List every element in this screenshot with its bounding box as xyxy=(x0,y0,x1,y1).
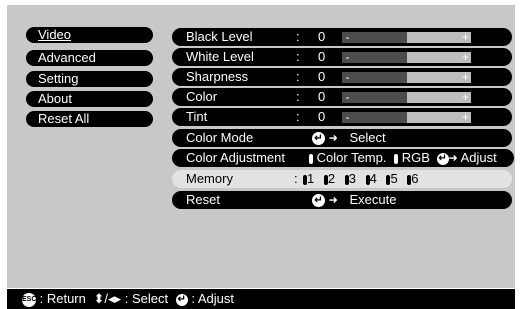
color-mode-action[interactable]: ↵ ➜ Select xyxy=(312,129,386,148)
help-bar-content: ESC : Return ⬍/◂▸ : Select ↵ : Adjust xyxy=(22,289,234,309)
colon-separator: : xyxy=(296,49,300,64)
sidebar-item-label: About xyxy=(38,91,72,106)
enter-icon: ↵ xyxy=(436,152,449,165)
memory-slots: 1 2 3 4 5 6 xyxy=(303,170,419,188)
leftright-icon: ◂▸ xyxy=(108,291,122,306)
colon-separator: : xyxy=(296,69,300,84)
sidebar-item-about[interactable]: About xyxy=(26,91,153,107)
help-bar: ESC : Return ⬍/◂▸ : Select ↵ : Adjust xyxy=(7,289,515,309)
minus-icon: - xyxy=(345,30,350,44)
rgb-option[interactable]: RGB xyxy=(402,150,430,165)
execute-label: Execute xyxy=(349,192,397,207)
color-mode-label: Color Mode xyxy=(186,130,254,145)
color-value: 0 xyxy=(318,89,326,104)
adjust-label: : Adjust xyxy=(191,291,234,306)
memory-slot[interactable]: 4 xyxy=(370,171,377,186)
black-level-row[interactable]: Black Level : 0 - + xyxy=(172,28,512,46)
sharpness-label: Sharpness xyxy=(186,69,249,84)
sharpness-slider[interactable]: - + xyxy=(342,70,471,84)
color-mode-row[interactable]: Color Mode ↵ ➜ Select xyxy=(172,129,512,147)
black-level-value: 0 xyxy=(318,29,326,44)
plus-icon: + xyxy=(461,90,469,104)
memory-slot[interactable]: 6 xyxy=(411,171,418,186)
arrow-right-icon: ➜ xyxy=(328,132,338,145)
sidebar-item-label: Reset All xyxy=(38,111,90,126)
colon-separator: : xyxy=(294,171,298,186)
color-adjustment-label: Color Adjustment xyxy=(186,150,285,165)
memory-slot[interactable]: 2 xyxy=(328,171,335,186)
tint-slider[interactable]: - + xyxy=(342,110,471,124)
plus-icon: + xyxy=(461,110,469,124)
black-level-slider[interactable]: - + xyxy=(342,30,471,44)
enter-icon: ↵ xyxy=(312,194,325,208)
minus-icon: - xyxy=(345,90,350,104)
arrow-right-icon: ➜ xyxy=(328,194,338,207)
return-label: : Return xyxy=(39,291,86,306)
memory-slot[interactable]: 1 xyxy=(307,171,314,186)
adjust-label: Adjust xyxy=(460,150,497,165)
tint-label: Tint xyxy=(186,109,208,124)
colon-separator: : xyxy=(296,29,300,44)
colon-separator: : xyxy=(296,109,300,124)
select-label: Select xyxy=(349,130,386,145)
sidebar-item-setting[interactable]: Setting xyxy=(26,71,153,87)
black-level-label: Black Level xyxy=(186,29,253,44)
esc-icon: ESC xyxy=(22,292,36,307)
reset-row[interactable]: Reset ↵ ➜ Execute xyxy=(172,191,512,209)
colon-separator: : xyxy=(296,89,300,104)
radio-icon xyxy=(394,153,399,164)
color-adjustment-options: Color Temp. RGB ↵ ➜ Adjust xyxy=(309,149,497,168)
memory-label: Memory xyxy=(186,171,233,186)
plus-icon: + xyxy=(461,50,469,64)
sidebar-item-label: Video xyxy=(38,27,72,42)
tint-row[interactable]: Tint : 0 - + xyxy=(172,108,512,126)
color-temp-option[interactable]: Color Temp. xyxy=(317,150,387,165)
arrow-right-icon: ➜ xyxy=(448,152,458,165)
minus-icon: - xyxy=(345,50,350,64)
reset-label: Reset xyxy=(186,192,220,207)
color-slider[interactable]: - + xyxy=(342,90,471,104)
enter-icon: ↵ xyxy=(312,132,325,146)
minus-icon: - xyxy=(345,70,350,84)
sharpness-value: 0 xyxy=(318,69,326,84)
sidebar-item-reset-all[interactable]: Reset All xyxy=(26,111,153,127)
sidebar-item-label: Setting xyxy=(38,71,79,86)
menu-screen: Video Advanced Setting About Reset All B… xyxy=(7,5,515,288)
updown-icon: ⬍ xyxy=(93,291,105,306)
white-level-label: White Level xyxy=(186,49,254,64)
minus-icon: - xyxy=(345,110,350,124)
sidebar-item-advanced[interactable]: Advanced xyxy=(26,50,153,66)
sharpness-row[interactable]: Sharpness : 0 - + xyxy=(172,68,512,86)
white-level-row[interactable]: White Level : 0 - + xyxy=(172,48,512,66)
white-level-value: 0 xyxy=(318,49,326,64)
memory-slot[interactable]: 5 xyxy=(390,171,397,186)
color-label: Color xyxy=(186,89,218,104)
enter-icon: ↵ xyxy=(175,293,188,306)
radio-icon xyxy=(309,153,313,164)
tint-value: 0 xyxy=(318,109,326,124)
memory-slot[interactable]: 3 xyxy=(349,171,356,186)
plus-icon: + xyxy=(461,70,469,84)
white-level-slider[interactable]: - + xyxy=(342,50,471,64)
reset-action[interactable]: ↵ ➜ Execute xyxy=(312,191,396,210)
select-label: : Select xyxy=(124,291,169,306)
memory-row[interactable]: Memory : 1 2 3 4 5 6 xyxy=(172,170,512,188)
sidebar-item-video[interactable]: Video xyxy=(26,27,153,43)
color-row[interactable]: Color : 0 - + xyxy=(172,88,512,106)
plus-icon: + xyxy=(461,30,469,44)
sidebar-item-label: Advanced xyxy=(38,50,96,65)
color-adjustment-row[interactable]: Color Adjustment Color Temp. RGB ↵ ➜ Adju… xyxy=(172,149,514,167)
